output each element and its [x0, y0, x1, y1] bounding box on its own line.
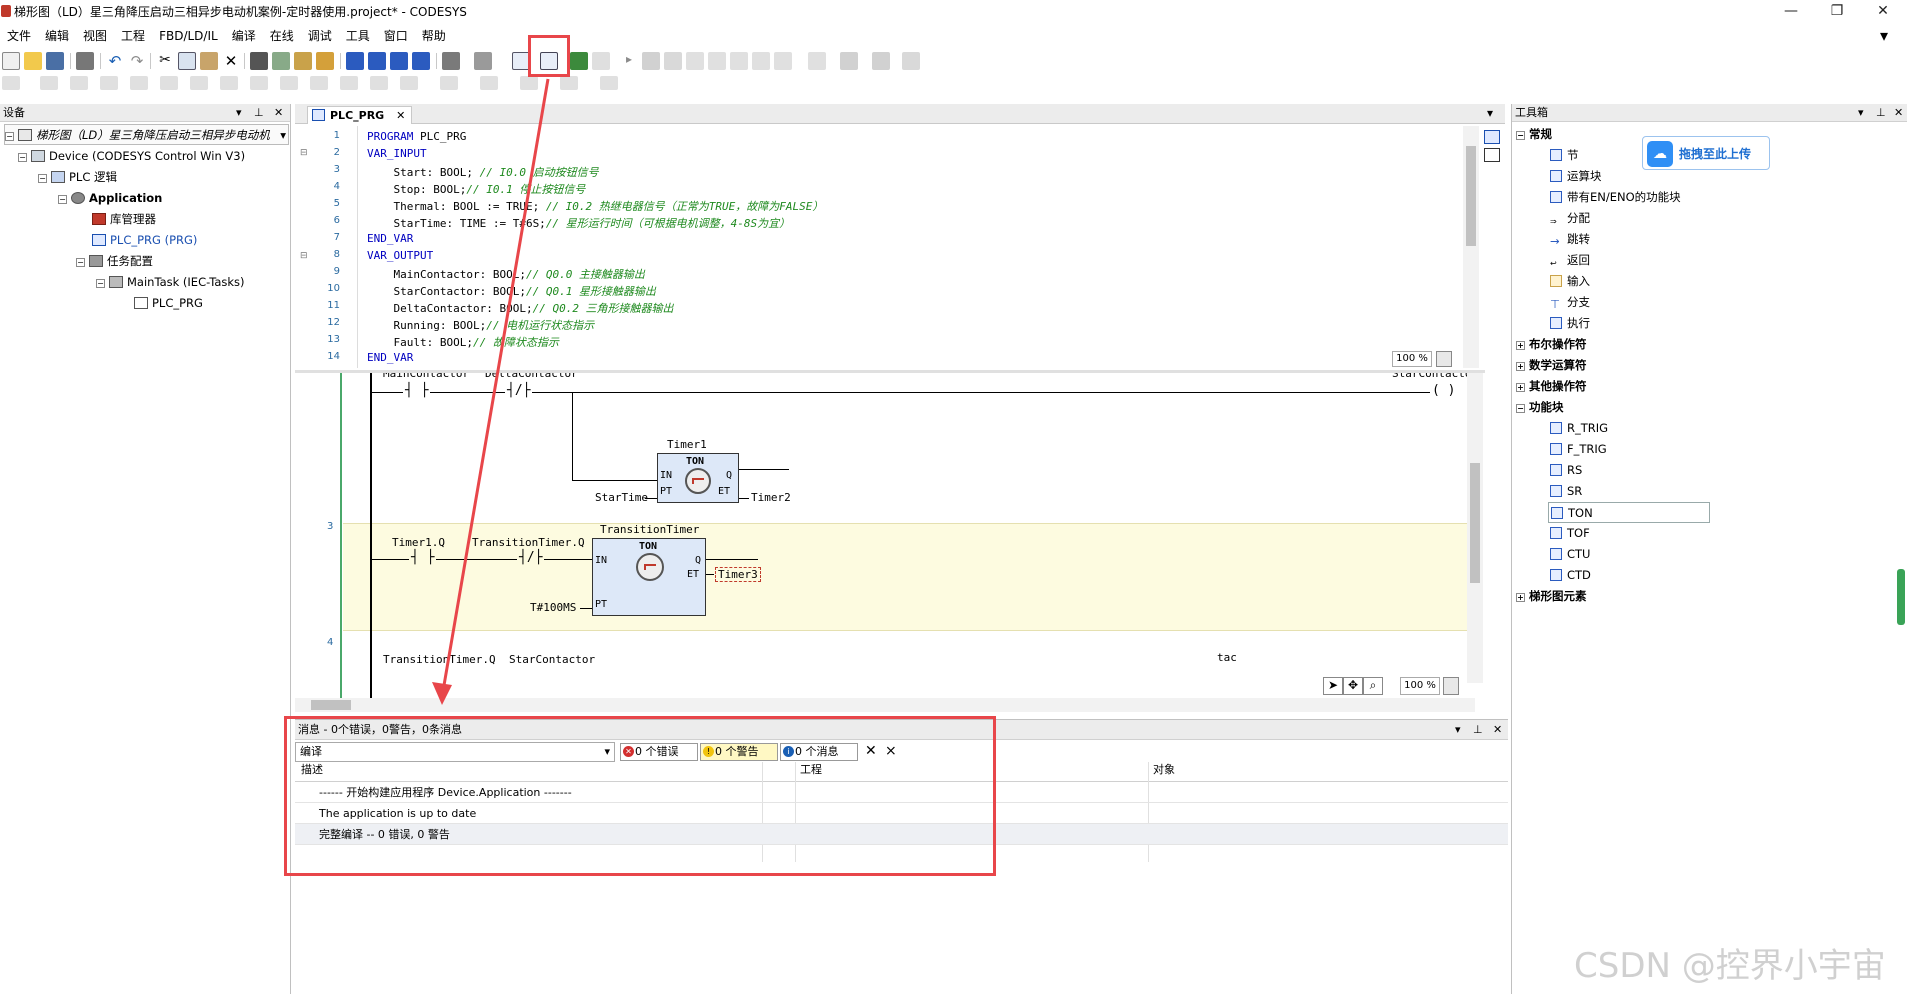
annotation-arrow [432, 78, 550, 705]
watermark: CSDN @控界小宇宙 [1574, 946, 1886, 986]
